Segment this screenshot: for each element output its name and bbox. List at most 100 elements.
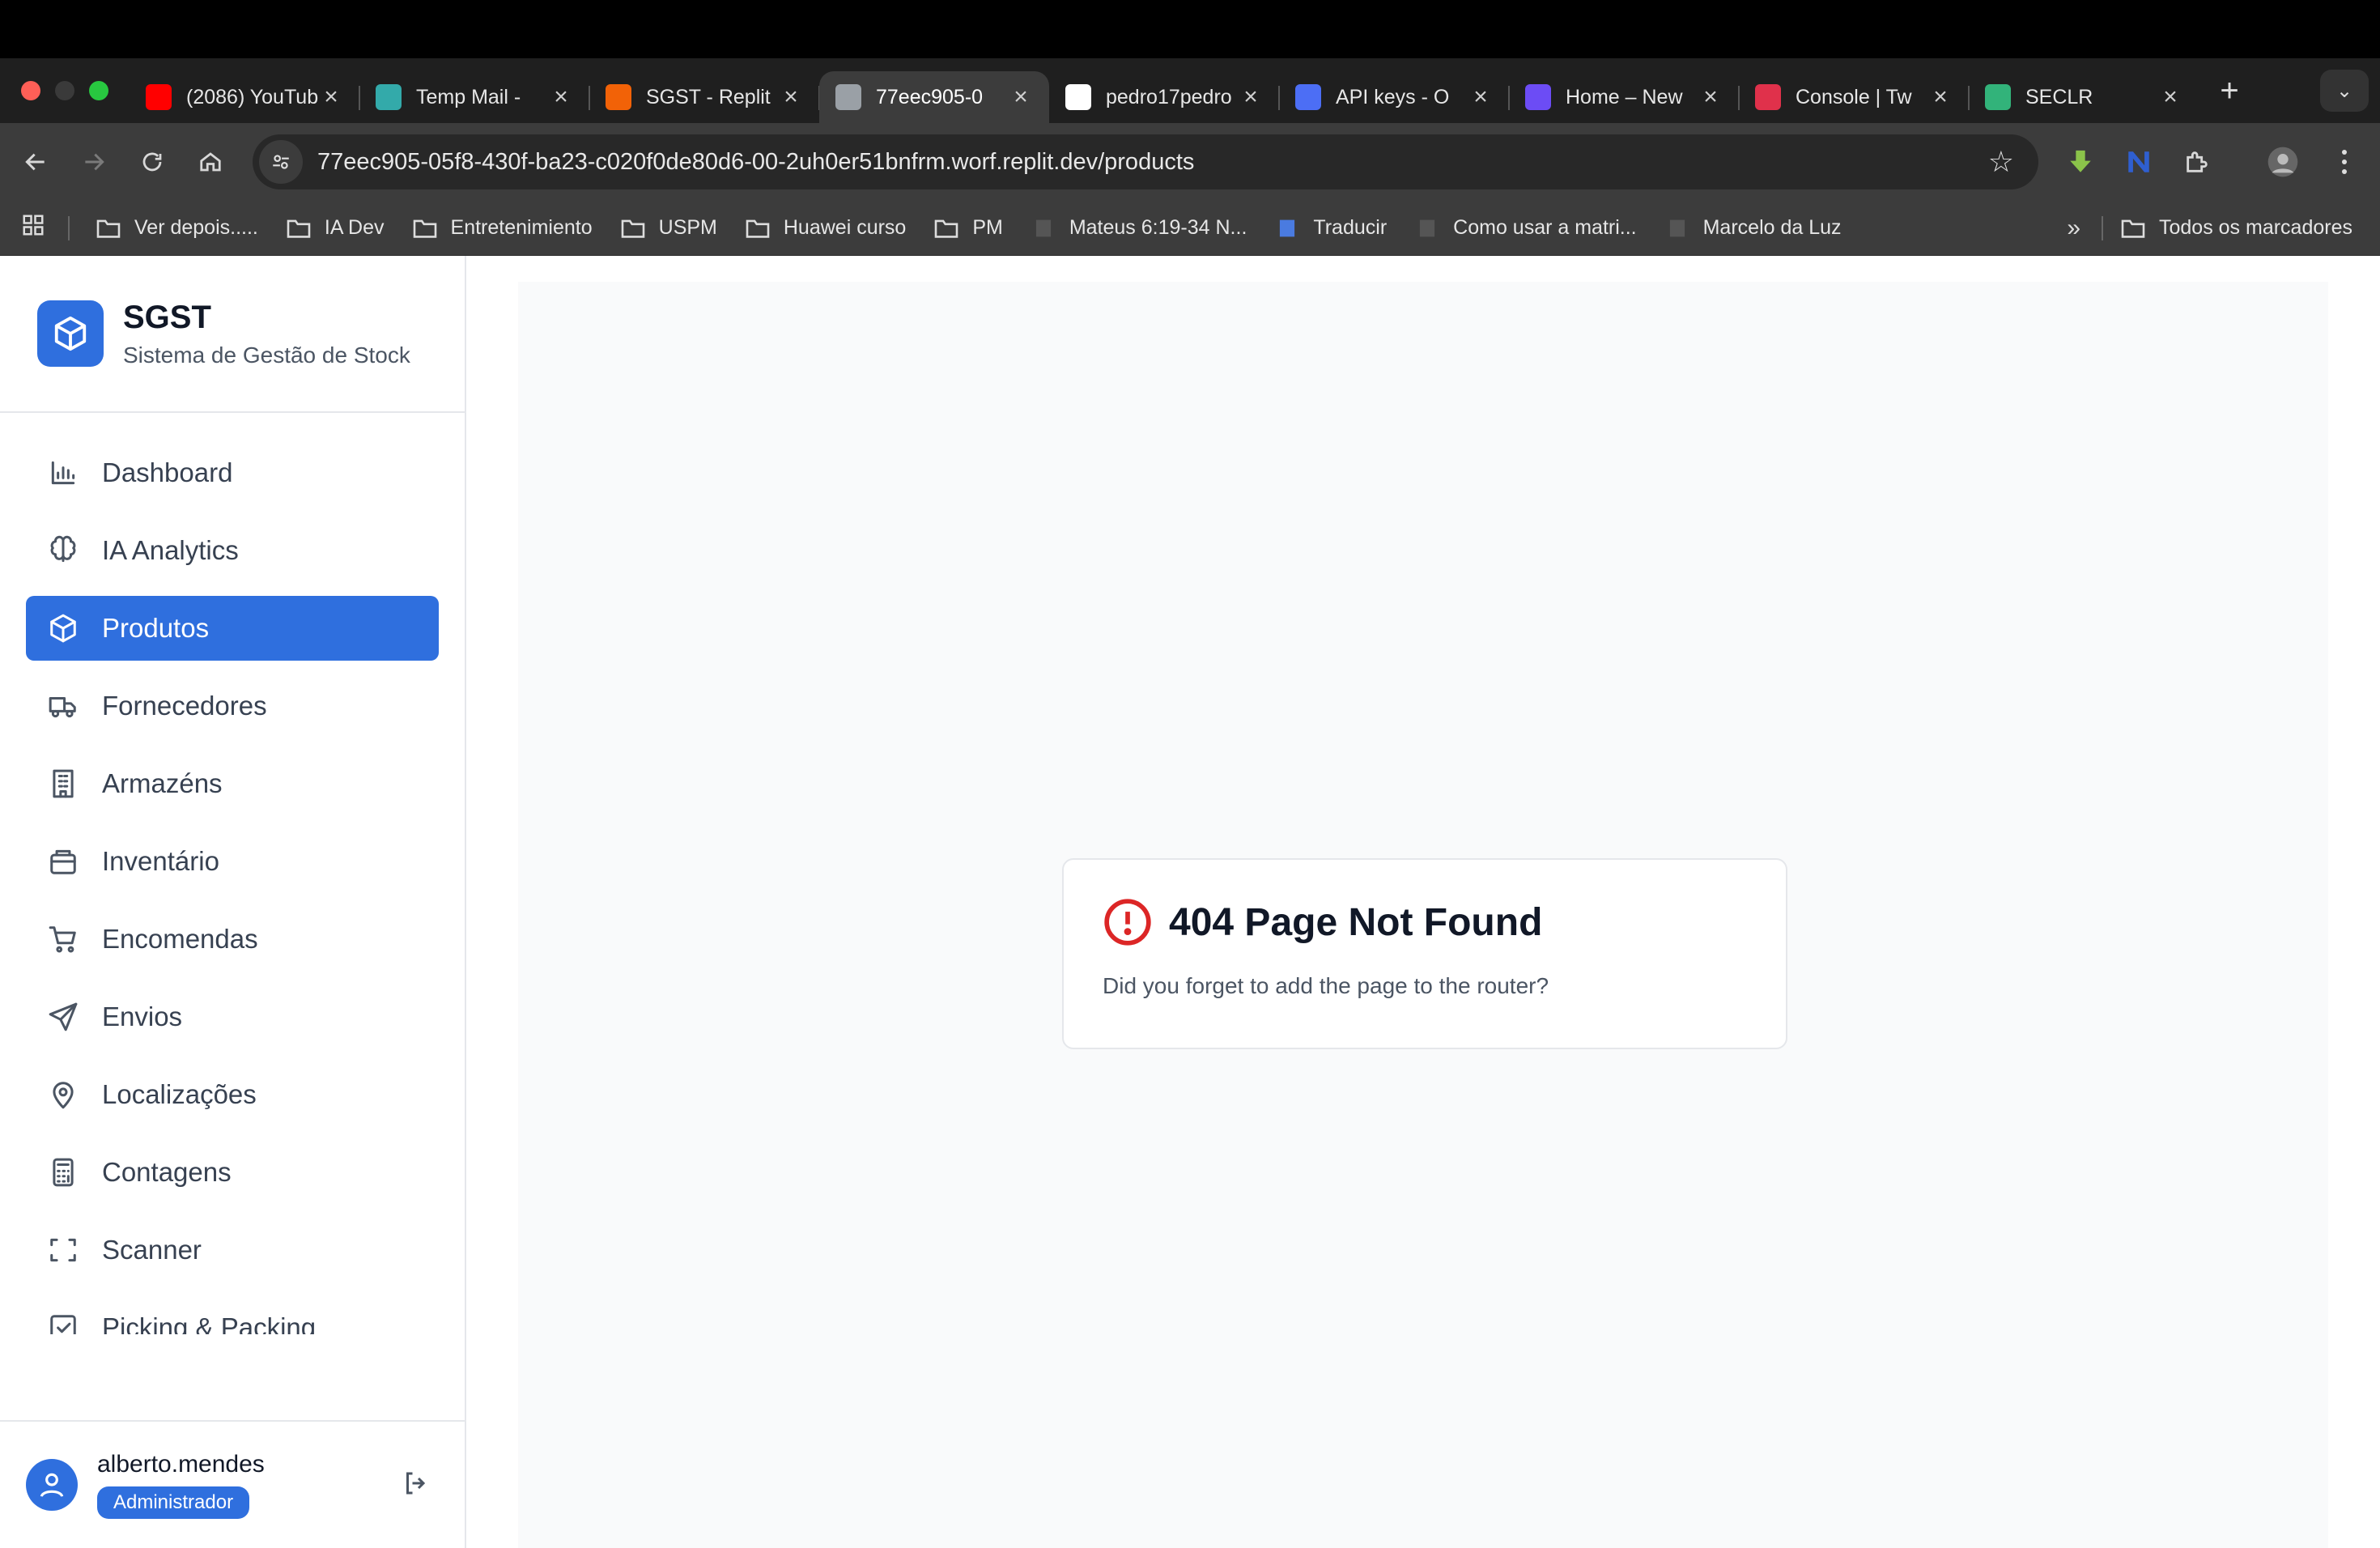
tab-search-button[interactable]: ⌄: [2320, 70, 2369, 112]
sidebar-item-label: Produtos: [102, 613, 210, 643]
close-tab-icon[interactable]: ×: [319, 83, 343, 111]
bookmark-item[interactable]: IA Dev: [286, 216, 385, 240]
close-tab-icon[interactable]: ×: [549, 83, 573, 111]
sidebar-item-picking-packing[interactable]: Picking & Packing: [26, 1295, 439, 1334]
bookmark-star-icon[interactable]: ☆: [1988, 145, 2014, 179]
sidebar-item-contagens[interactable]: Contagens: [26, 1140, 439, 1205]
browser-tab[interactable]: (2086) YouTube ×: [130, 71, 360, 123]
sidebar-item-label: Armazéns: [102, 768, 223, 798]
close-tab-icon[interactable]: ×: [1928, 83, 1953, 111]
sidebar-item-dashboard[interactable]: Dashboard: [26, 440, 439, 505]
n-extension-icon[interactable]: [2116, 139, 2161, 185]
profile-avatar-icon[interactable]: [2260, 139, 2306, 185]
browser-tab[interactable]: Home – New ×: [1509, 71, 1740, 123]
site-info-icon[interactable]: [259, 140, 303, 184]
bookmark-item[interactable]: USPM: [620, 216, 717, 240]
browser-menu-icon[interactable]: [2322, 139, 2367, 185]
close-tab-icon[interactable]: ×: [779, 83, 803, 111]
cart-icon: [47, 923, 79, 955]
bookmark-item[interactable]: Marcelo da Luz: [1664, 216, 1842, 240]
arrow-left-icon: [25, 153, 45, 171]
bookmark-label: Entretenimiento: [450, 216, 593, 239]
browser-tab[interactable]: 77eec905-0 ×: [819, 71, 1049, 123]
close-tab-icon[interactable]: ×: [2158, 83, 2182, 111]
browser-tab[interactable]: SECLR ×: [1969, 71, 2199, 123]
role-badge: Administrador: [97, 1486, 250, 1519]
sidebar-item-label: Picking & Packing: [102, 1312, 317, 1334]
bookmark-label: Ver depois.....: [134, 216, 258, 239]
bookmark-label: PM: [972, 216, 1003, 239]
bookmark-label: Marcelo da Luz: [1702, 216, 1842, 239]
translate-icon: [1280, 219, 1295, 236]
browser-tab[interactable]: API keys - O ×: [1279, 71, 1510, 123]
home-icon: [200, 152, 221, 172]
sidebar: SGST Sistema de Gestão de Stock Dashboar…: [0, 256, 466, 1548]
bookmark-item[interactable]: Huawei curso: [745, 216, 906, 240]
extensions-puzzle-icon[interactable]: [2174, 139, 2220, 185]
tab-title: pedro17pedro: [1106, 85, 1232, 108]
sidebar-item-invent-rio[interactable]: Inventário: [26, 829, 439, 894]
all-bookmarks-button[interactable]: Todos os marcadores: [2120, 216, 2352, 240]
check-square-icon: [47, 1312, 79, 1334]
brand-title: SGST: [123, 299, 211, 335]
sidebar-item-label: Envios: [102, 1002, 183, 1031]
close-window-button[interactable]: [21, 81, 40, 100]
arrow-right-icon: [85, 153, 104, 171]
sidebar-item-scanner[interactable]: Scanner: [26, 1218, 439, 1282]
sidebar-item-label: Fornecedores: [102, 691, 267, 721]
zoom-window-button[interactable]: [89, 81, 108, 100]
logout-button[interactable]: [402, 1469, 431, 1502]
reload-button[interactable]: [123, 133, 181, 191]
browser-tab[interactable]: Console | Tw ×: [1739, 71, 1970, 123]
sidebar-item-armaz-ns[interactable]: Armazéns: [26, 751, 439, 816]
logout-icon: [406, 1472, 426, 1495]
tabs: (2086) YouTube × Temp Mail - × SGST - Repli…: [130, 58, 2199, 123]
browser-tab[interactable]: SGST - Replit ×: [589, 71, 820, 123]
new-tab-button[interactable]: +: [2207, 73, 2252, 109]
truck-icon: [47, 690, 79, 722]
sidebar-item-localiza-es[interactable]: Localizações: [26, 1062, 439, 1127]
tab-strip: (2086) YouTube × Temp Mail - × SGST - Repli…: [0, 58, 2380, 123]
home-button[interactable]: [181, 133, 240, 191]
address-bar[interactable]: 77eec905-05f8-430f-ba23-c020f0de80d6-00-…: [253, 134, 2038, 189]
bookmark-item[interactable]: Traducir: [1274, 216, 1387, 240]
building-icon: [47, 768, 79, 800]
bookmark-item[interactable]: Mateus 6:19-34 N...: [1031, 216, 1247, 240]
back-button[interactable]: [6, 133, 65, 191]
close-tab-icon[interactable]: ×: [1698, 83, 1723, 111]
more-bookmarks-chevron-icon[interactable]: »: [2067, 215, 2080, 242]
package-icon: [47, 612, 79, 644]
forward-button[interactable]: [65, 133, 123, 191]
bookmark-item[interactable]: Ver depois.....: [96, 216, 258, 240]
reload-icon: [142, 152, 162, 172]
browser-tab[interactable]: pedro17pedro ×: [1049, 71, 1280, 123]
twilio-icon: [1755, 84, 1781, 110]
sidebar-item-envios[interactable]: Envios: [26, 985, 439, 1049]
close-tab-icon[interactable]: ×: [1468, 83, 1493, 111]
bookmark-item[interactable]: Entretenimiento: [412, 216, 593, 240]
not-found-title: 404 Page Not Found: [1169, 900, 1543, 944]
browser-tab[interactable]: Temp Mail - ×: [359, 71, 590, 123]
close-tab-icon[interactable]: ×: [1239, 83, 1263, 111]
sidebar-item-encomendas[interactable]: Encomendas: [26, 907, 439, 972]
youtube-icon: [146, 84, 172, 110]
window-controls: [0, 81, 130, 100]
minimize-window-button[interactable]: [55, 81, 74, 100]
folder-icon: [621, 219, 644, 238]
user-panel: alberto.mendes Administrador: [0, 1420, 466, 1548]
bookmark-item[interactable]: PM: [933, 216, 1003, 240]
close-tab-icon[interactable]: ×: [1009, 83, 1033, 111]
openai-icon: [1295, 84, 1321, 110]
sidebar-item-produtos[interactable]: Produtos: [26, 596, 439, 661]
download-extension-icon[interactable]: [2058, 139, 2103, 185]
brain-icon: [47, 534, 79, 567]
sidebar-item-ia-analytics[interactable]: IA Analytics: [26, 518, 439, 583]
sidebar-item-fornecedores[interactable]: Fornecedores: [26, 674, 439, 738]
replit-icon: [606, 84, 631, 110]
apps-grid-icon[interactable]: [21, 213, 44, 243]
sidebar-nav-scroll[interactable]: Dashboard IA Analytics Produtos Fornecedore…: [0, 413, 465, 1334]
bookmark-item[interactable]: Como usar a matri...: [1414, 216, 1637, 240]
package-logo-icon: [37, 300, 104, 367]
bar-chart-icon: [47, 457, 79, 489]
sidebar-item-label: Inventário: [102, 846, 219, 876]
